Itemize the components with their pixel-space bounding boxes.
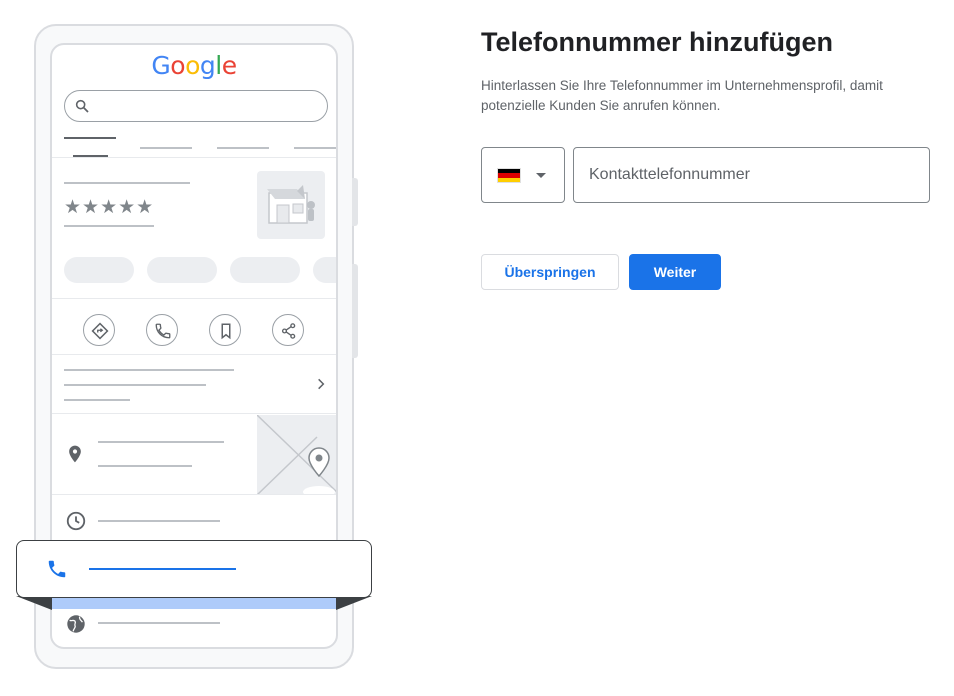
phone-row-highlight-band (52, 597, 336, 609)
action-chip (147, 257, 217, 283)
call-icon (155, 323, 171, 339)
call-action (146, 314, 178, 346)
bookmark-icon (221, 323, 231, 340)
business-name-line (64, 182, 190, 184)
divider (52, 157, 336, 158)
text-line (64, 399, 130, 401)
google-logo-letter: e (221, 51, 237, 80)
divider (52, 413, 336, 414)
clock-icon (66, 511, 86, 531)
storefront-thumbnail (257, 171, 325, 239)
tab-line (294, 147, 336, 149)
action-chip (64, 257, 134, 283)
phone-icon (48, 560, 66, 578)
text-line (64, 384, 206, 386)
action-chip (230, 257, 300, 283)
divider (52, 298, 336, 299)
location-pin-icon (69, 445, 81, 463)
globe-icon (67, 615, 85, 633)
text-line (64, 369, 234, 371)
phone-side-button (352, 264, 358, 358)
search-icon (75, 99, 89, 113)
address-line (98, 465, 192, 467)
hours-line (98, 520, 220, 522)
tab-line (140, 147, 192, 149)
directions-icon (91, 322, 109, 340)
divider (52, 494, 336, 495)
phone-number-input[interactable] (573, 147, 930, 203)
page: Google ★★★★★ Telefonnummer hinzufügen Hi… (0, 0, 954, 696)
country-code-select[interactable] (481, 147, 565, 203)
next-button[interactable]: Weiter (629, 254, 721, 290)
share-icon (281, 323, 296, 339)
phone-number-line (89, 568, 236, 570)
divider (52, 354, 336, 355)
dropdown-arrow-icon (536, 173, 546, 178)
google-logo-letter: o (170, 51, 186, 80)
google-logo: Google (52, 51, 336, 80)
map-pin-icon (257, 415, 336, 495)
tab-line (217, 147, 269, 149)
directions-action (83, 314, 115, 346)
phone-number-callout (16, 540, 372, 598)
germany-flag-icon (497, 168, 521, 183)
website-line (98, 622, 220, 624)
skip-button[interactable]: Überspringen (481, 254, 619, 290)
google-logo-letter: o (185, 51, 200, 80)
google-logo-letter: G (151, 51, 171, 80)
map-thumbnail (257, 415, 336, 495)
tab-line-active (64, 137, 116, 139)
storefront-icon (267, 185, 315, 224)
page-description: Hinterlassen Sie Ihre Telefonnummer im U… (481, 78, 883, 113)
address-line (98, 441, 224, 443)
search-bar-illustration (64, 90, 328, 122)
phone-side-button (352, 178, 358, 226)
share-action (272, 314, 304, 346)
business-category-line (64, 225, 154, 227)
action-chip (313, 257, 336, 283)
google-logo-letter: g (199, 51, 216, 80)
rating-stars: ★★★★★ (64, 197, 155, 218)
save-action (209, 314, 241, 346)
page-title: Telefonnummer hinzufügen (481, 27, 833, 57)
chevron-right-icon (318, 378, 325, 390)
